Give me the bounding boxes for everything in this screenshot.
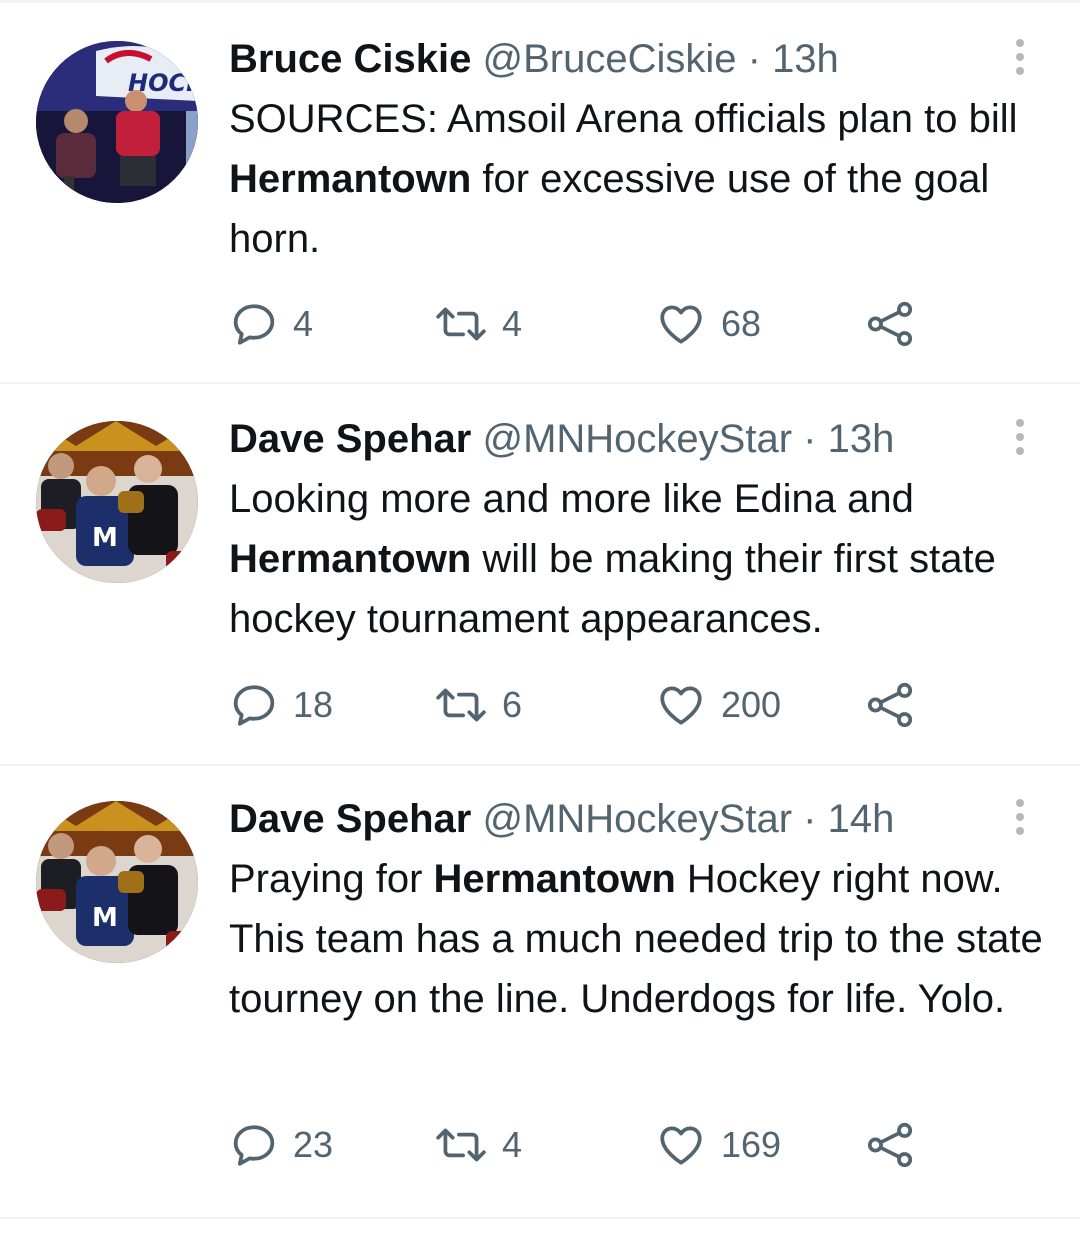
retweet-count: 4 bbox=[502, 303, 523, 344]
tweet-text: Looking more and more like Edina and Her… bbox=[229, 469, 1049, 649]
tweet-text: Praying for Hermantown Hockey right now.… bbox=[229, 849, 1049, 1029]
tweet-text-segment: Looking more and more like Edina and bbox=[229, 477, 914, 521]
heart-icon bbox=[660, 686, 702, 725]
author-handle[interactable]: @MNHockeyStar bbox=[482, 797, 792, 841]
share-button[interactable] bbox=[865, 675, 915, 735]
separator-dot: · bbox=[747, 37, 761, 81]
tweet-header: Dave Spehar @MNHockeyStar · 14h bbox=[229, 789, 894, 849]
retweet-button[interactable]: 6 bbox=[434, 675, 522, 735]
tweet-text-segment: SOURCES: Amsoil Arena officials plan to … bbox=[229, 97, 1018, 141]
retweet-button[interactable]: 4 bbox=[434, 1115, 522, 1175]
reply-count: 23 bbox=[293, 1124, 334, 1165]
tweet-text-bold: Hermantown bbox=[229, 157, 472, 201]
share-icon bbox=[867, 301, 913, 347]
reply-icon bbox=[233, 685, 275, 726]
author-handle[interactable]: @MNHockeyStar bbox=[482, 417, 792, 461]
share-button[interactable] bbox=[865, 1115, 915, 1175]
tweet-divider bbox=[0, 382, 1080, 384]
tweet-text: SOURCES: Amsoil Arena officials plan to … bbox=[229, 89, 1049, 269]
avatar[interactable]: M bbox=[36, 421, 198, 583]
share-icon bbox=[867, 682, 913, 728]
tweet-divider bbox=[0, 764, 1080, 766]
svg-text:M: M bbox=[92, 903, 118, 933]
like-button[interactable]: 169 bbox=[655, 1115, 781, 1175]
author-name[interactable]: Dave Spehar bbox=[229, 797, 471, 841]
timestamp[interactable]: 13h bbox=[772, 37, 839, 81]
share-button[interactable] bbox=[865, 294, 915, 354]
timestamp[interactable]: 14h bbox=[828, 797, 895, 841]
tweet-header: Bruce Ciskie @BruceCiskie · 13h bbox=[229, 29, 839, 89]
more-options-icon[interactable] bbox=[1006, 38, 1034, 78]
like-button[interactable]: 200 bbox=[655, 675, 781, 735]
avatar[interactable]: HOCK bbox=[36, 41, 198, 203]
like-count: 68 bbox=[721, 303, 762, 344]
tweet-header: Dave Spehar @MNHockeyStar · 13h bbox=[229, 409, 894, 469]
tweet-actions: 18 6 200 bbox=[229, 675, 949, 735]
svg-text:M: M bbox=[92, 523, 118, 553]
retweet-icon bbox=[436, 1128, 486, 1162]
reply-icon bbox=[233, 304, 275, 345]
tweet-actions: 4 4 68 bbox=[229, 294, 949, 354]
avatar[interactable]: M bbox=[36, 801, 198, 963]
tweet-text-bold: Hermantown bbox=[229, 537, 472, 581]
reply-count: 18 bbox=[293, 684, 334, 725]
reply-button[interactable]: 18 bbox=[229, 675, 333, 735]
author-name[interactable]: Dave Spehar bbox=[229, 417, 471, 461]
reply-count: 4 bbox=[293, 303, 314, 344]
retweet-icon bbox=[436, 688, 486, 722]
share-icon bbox=[867, 1122, 913, 1168]
separator-dot: · bbox=[803, 417, 817, 461]
tweet-divider bbox=[0, 1217, 1080, 1219]
heart-icon bbox=[660, 305, 702, 344]
author-name[interactable]: Bruce Ciskie bbox=[229, 37, 471, 81]
separator-dot: · bbox=[803, 797, 817, 841]
retweet-icon bbox=[436, 307, 486, 341]
retweet-count: 6 bbox=[502, 684, 523, 725]
retweet-count: 4 bbox=[502, 1124, 523, 1165]
like-count: 200 bbox=[721, 684, 782, 725]
timestamp[interactable]: 13h bbox=[828, 417, 895, 461]
reply-button[interactable]: 4 bbox=[229, 294, 313, 354]
like-count: 169 bbox=[721, 1124, 782, 1165]
heart-icon bbox=[660, 1126, 702, 1165]
like-button[interactable]: 68 bbox=[655, 294, 761, 354]
tweet-text-segment: Praying for bbox=[229, 857, 434, 901]
more-options-icon[interactable] bbox=[1006, 418, 1034, 458]
tweet-actions: 23 4 169 bbox=[229, 1115, 949, 1175]
more-options-icon[interactable] bbox=[1006, 798, 1034, 838]
top-divider bbox=[0, 0, 1080, 3]
reply-icon bbox=[233, 1125, 275, 1166]
retweet-button[interactable]: 4 bbox=[434, 294, 522, 354]
reply-button[interactable]: 23 bbox=[229, 1115, 333, 1175]
author-handle[interactable]: @BruceCiskie bbox=[482, 37, 736, 81]
tweet-text-bold: Hermantown bbox=[433, 857, 676, 901]
